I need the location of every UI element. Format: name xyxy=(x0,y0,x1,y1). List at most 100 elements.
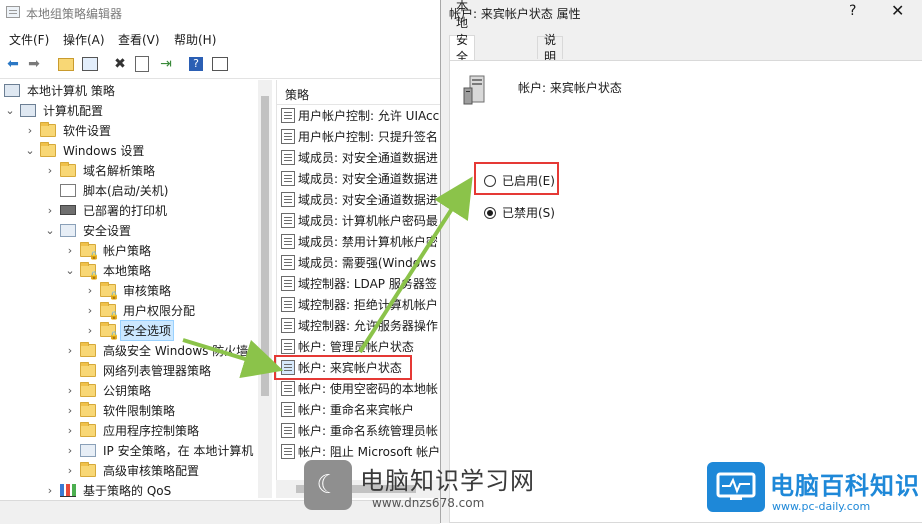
tree-item-network-list[interactable]: 网络列表管理器策略 xyxy=(64,360,213,380)
tree-item-security-options[interactable]: ›安全选项 xyxy=(84,319,175,341)
chevron-right-icon[interactable]: › xyxy=(64,464,76,477)
chevron-right-icon[interactable]: › xyxy=(84,284,96,297)
folder-icon xyxy=(80,361,96,377)
printer-icon xyxy=(60,205,76,215)
export-icon[interactable]: ⇥ xyxy=(156,54,176,74)
chevron-right-icon[interactable]: › xyxy=(64,384,76,397)
tree-scroll-thumb[interactable] xyxy=(261,96,269,396)
policy-row[interactable]: 域控制器: 允许服务器操作 xyxy=(281,315,438,336)
policy-icon xyxy=(281,318,295,333)
folder-icon xyxy=(80,461,96,477)
policy-row[interactable]: 域成员: 对安全通道数据进 xyxy=(281,168,438,189)
help-icon[interactable]: ? xyxy=(186,54,206,74)
chevron-down-icon[interactable]: ⌄ xyxy=(64,264,76,277)
tree-item-windows-settings[interactable]: ⌄ Windows 设置 xyxy=(24,140,146,160)
console-tree: 本地计算机 策略 ⌄ 计算机配置 › 软件设置 ⌄ Windows 设置 › 域名解析策… xyxy=(0,80,258,498)
tree-item-app-control[interactable]: › 应用程序控制策略 xyxy=(64,420,201,440)
tree-item-local-policies[interactable]: ⌄本地策略 xyxy=(64,260,153,280)
chevron-right-icon[interactable]: › xyxy=(64,404,76,417)
chevron-right-icon[interactable]: › xyxy=(84,324,96,337)
policy-row[interactable]: 帐户: 管理员帐户状态 xyxy=(281,336,414,357)
tree-item-firewall[interactable]: › 高级安全 Windows 防火墙 xyxy=(64,340,250,360)
tree-item-software-restriction[interactable]: › 软件限制策略 xyxy=(64,400,177,420)
help-button[interactable]: ? xyxy=(849,3,856,19)
menu-view[interactable]: 查看(V) xyxy=(118,31,160,48)
policy-column-header[interactable]: 策略 xyxy=(277,80,441,105)
chevron-right-icon[interactable]: › xyxy=(64,424,76,437)
tree-item-printers[interactable]: › 已部署的打印机 xyxy=(44,200,169,220)
watermark-right-name: 电脑百科知识 xyxy=(770,472,920,500)
chevron-right-icon[interactable]: › xyxy=(24,124,36,137)
policy-row[interactable]: 帐户: 使用空密码的本地帐 xyxy=(281,378,438,399)
folder-icon xyxy=(80,421,96,437)
policy-row[interactable]: 帐户: 重命名来宾帐户 xyxy=(281,399,414,420)
show-hide-tree-icon[interactable] xyxy=(80,54,100,74)
tree-item-local-computer-policy[interactable]: 本地计算机 策略 xyxy=(4,80,117,100)
chevron-right-icon[interactable]: › xyxy=(64,444,76,457)
policy-icon xyxy=(281,234,295,249)
policy-row[interactable]: 帐户: 阻止 Microsoft 帐户 xyxy=(281,441,440,462)
tree-item-security-settings[interactable]: ⌄ 安全设置 xyxy=(44,220,133,240)
server-icon xyxy=(462,74,488,106)
policy-row[interactable]: 域成员: 对安全通道数据进 xyxy=(281,189,438,210)
folder-icon xyxy=(80,401,96,417)
chevron-right-icon[interactable]: › xyxy=(64,344,76,357)
chevron-right-icon[interactable]: › xyxy=(44,164,56,177)
tree-item-scripts[interactable]: 脚本(启动/关机) xyxy=(44,180,170,200)
locked-folder-icon xyxy=(100,281,119,300)
chevron-right-icon[interactable]: › xyxy=(44,204,56,217)
tab-local-security-setting[interactable]: 本地安全设置 xyxy=(449,0,476,98)
view-icon[interactable] xyxy=(210,54,230,74)
policy-icon xyxy=(281,381,295,396)
tree-item-computer-config[interactable]: ⌄ 计算机配置 xyxy=(4,100,105,120)
policy-icon xyxy=(281,192,295,207)
chevron-right-icon[interactable]: › xyxy=(84,304,96,317)
tree-item-audit-policy[interactable]: ›审核策略 xyxy=(84,280,173,300)
locked-folder-icon xyxy=(80,241,99,260)
policy-icon xyxy=(281,255,295,270)
chevron-down-icon[interactable]: ⌄ xyxy=(4,104,16,117)
dialog-title: 帐户: 来宾帐户状态 属性 xyxy=(449,7,581,21)
menu-file[interactable]: 文件(F) xyxy=(9,31,49,48)
tree-item-software-settings[interactable]: › 软件设置 xyxy=(24,120,113,140)
tree-item-advanced-audit[interactable]: › 高级审核策略配置 xyxy=(64,460,201,480)
window-title: 本地组策略编辑器 xyxy=(26,7,123,21)
policy-row[interactable]: 域控制器: LDAP 服务器签 xyxy=(281,273,437,294)
chevron-down-icon[interactable]: ⌄ xyxy=(24,144,36,157)
watermark-right-url: www.pc-daily.com xyxy=(772,500,871,513)
tree-item-dns-policy[interactable]: › 域名解析策略 xyxy=(44,160,157,180)
policy-row[interactable]: 域成员: 计算机帐户密码最 xyxy=(281,210,438,231)
folder-icon xyxy=(40,141,56,157)
policy-row[interactable]: 域成员: 需要强(Windows xyxy=(281,252,436,273)
menu-help[interactable]: 帮助(H) xyxy=(174,31,216,48)
policy-row[interactable]: 用户帐户控制: 允许 UIAccess xyxy=(281,105,441,126)
properties-icon[interactable] xyxy=(132,54,152,74)
policy-row[interactable]: 域成员: 对安全通道数据进 xyxy=(281,147,438,168)
tree-item-account-policies[interactable]: ›帐户策略 xyxy=(64,240,153,260)
tree-item-public-key[interactable]: › 公钥策略 xyxy=(64,380,153,400)
policy-row[interactable]: 域控制器: 拒绝计算机帐户 xyxy=(281,294,438,315)
tree-item-ip-security[interactable]: › IP 安全策略，在 本地计算机 xyxy=(64,440,255,460)
tree-item-qos[interactable]: › 基于策略的 QoS xyxy=(44,480,173,498)
tree-item-user-rights[interactable]: ›用户权限分配 xyxy=(84,300,197,320)
up-folder-icon[interactable] xyxy=(56,54,76,74)
chevron-down-icon[interactable]: ⌄ xyxy=(44,224,56,237)
delete-icon[interactable]: ✖ xyxy=(110,54,130,74)
qos-chart-icon xyxy=(60,483,76,497)
tab-panel xyxy=(449,60,922,523)
back-arrow-icon[interactable]: ⬅ xyxy=(3,54,23,74)
policy-row[interactable]: 用户帐户控制: 只提升签名 xyxy=(281,126,438,147)
menu-action[interactable]: 操作(A) xyxy=(63,31,105,48)
chevron-right-icon[interactable]: › xyxy=(44,484,56,497)
gpo-editor-window: 本地组策略编辑器 文件(F) 操作(A) 查看(V) 帮助(H) ⬅ ➡ ✖ ⇥… xyxy=(0,0,441,524)
policy-icon xyxy=(281,171,295,186)
tab-explain[interactable]: 说明 xyxy=(537,33,564,64)
chevron-right-icon[interactable]: › xyxy=(64,244,76,257)
policy-row[interactable]: 域成员: 禁用计算机帐户密 xyxy=(281,231,438,252)
forward-arrow-icon[interactable]: ➡ xyxy=(24,54,44,74)
disabled-radio[interactable] xyxy=(484,206,496,219)
close-button[interactable]: ✕ xyxy=(891,1,904,20)
disabled-radio-option[interactable]: 已禁用(S) xyxy=(484,204,555,221)
policy-row[interactable]: 帐户: 重命名系统管理员帐 xyxy=(281,420,438,441)
tree-scrollbar[interactable] xyxy=(258,80,272,498)
